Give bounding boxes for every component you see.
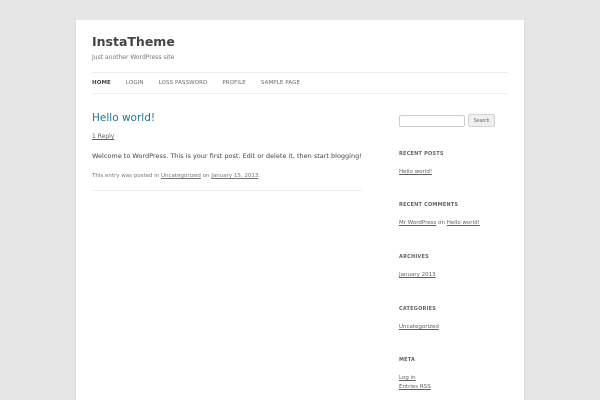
meta-widget: META Log in Entries RSS (399, 357, 431, 390)
category-link[interactable]: Uncategorized (161, 173, 201, 179)
nav-item-profile[interactable]: PROFILE (222, 80, 246, 86)
sidebar: Search RECENT POSTS Hello world! RECENT … (399, 114, 509, 390)
meta-prefix: This entry was posted in (92, 173, 160, 179)
post-content: Welcome to WordPress. This is your first… (92, 152, 362, 160)
reply-link[interactable]: 1 Reply (92, 133, 362, 140)
meta-on: on (202, 173, 210, 179)
site-title[interactable]: InstaTheme (92, 34, 175, 49)
nav-item-loss-password[interactable]: LOSS PASSWORD (159, 80, 208, 86)
login-link[interactable]: Log in (399, 375, 431, 381)
search-input[interactable] (399, 114, 465, 127)
archive-link[interactable]: January 2013 (399, 272, 436, 278)
post-title[interactable]: Hello world! (92, 112, 362, 124)
recent-posts-widget: RECENT POSTS Hello world! (399, 151, 444, 175)
comment-author-link[interactable]: Mr WordPress (399, 220, 436, 226)
meta-links: Log in Entries RSS (399, 375, 431, 390)
search-button[interactable]: Search (468, 114, 495, 127)
comment-on-text: on (438, 220, 445, 226)
widget-title: ARCHIVES (399, 254, 429, 260)
comment-post-link[interactable]: Hello world! (447, 220, 480, 226)
search-form: Search (399, 114, 509, 127)
post-meta: This entry was posted in Uncategorized o… (92, 173, 362, 191)
widget-title: META (399, 357, 416, 363)
widget-title: CATEGORIES (399, 306, 437, 312)
recent-comments-widget: RECENT COMMENTS Mr WordPress on Hello wo… (399, 202, 480, 226)
nav-item-sample-page[interactable]: SAMPLE PAGE (261, 80, 300, 86)
category-widget-link[interactable]: Uncategorized (399, 324, 439, 330)
meta-suffix: . (258, 173, 261, 179)
nav-item-home[interactable]: HOME (92, 80, 111, 86)
main-navigation: HOME LOGIN LOSS PASSWORD PROFILE SAMPLE … (92, 72, 508, 94)
widget-title: RECENT COMMENTS (399, 202, 459, 208)
site-description: Just another WordPress site (92, 54, 175, 61)
main-content: Hello world! 1 Reply Welcome to WordPres… (92, 112, 362, 191)
categories-widget: CATEGORIES Uncategorized (399, 306, 439, 330)
nav-item-login[interactable]: LOGIN (126, 80, 144, 86)
date-link[interactable]: January 15, 2013 (211, 173, 258, 179)
widget-title: RECENT POSTS (399, 151, 444, 157)
archives-widget: ARCHIVES January 2013 (399, 254, 436, 278)
entries-rss-link[interactable]: Entries RSS (399, 384, 431, 390)
recent-post-link[interactable]: Hello world! (399, 169, 444, 175)
page-container: InstaTheme Just another WordPress site H… (76, 20, 524, 400)
recent-comment-item: Mr WordPress on Hello world! (399, 220, 480, 226)
